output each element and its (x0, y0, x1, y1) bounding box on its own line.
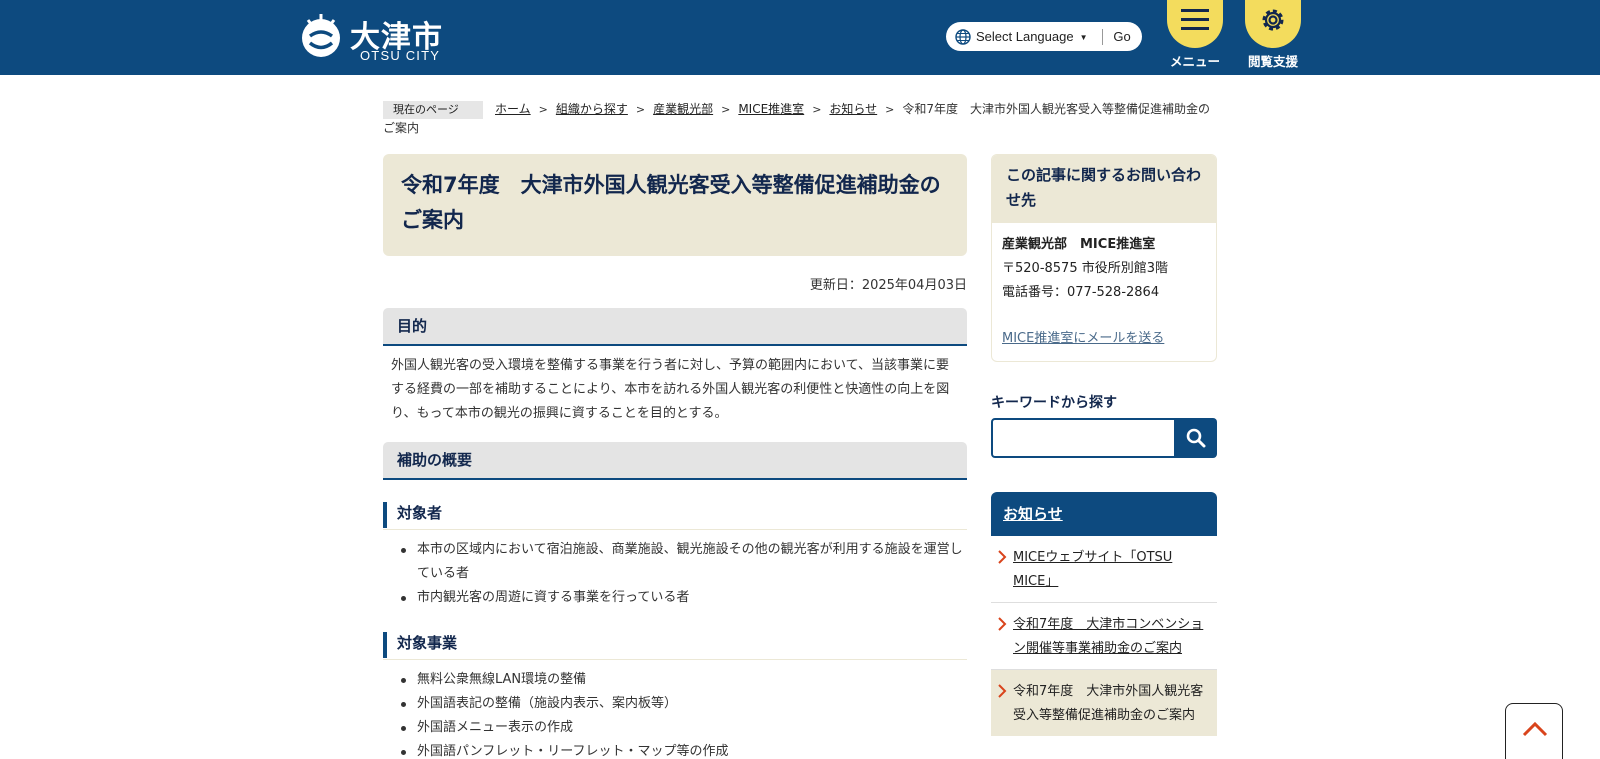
chevron-right-icon (998, 550, 1007, 564)
page-title-box: 令和7年度 大津市外国人観光客受入等整備促進補助金のご案内 (383, 154, 967, 256)
contact-box: この記事に関するお問い合わせ先 産業観光部 MICE推進室 〒520-8575 … (991, 154, 1217, 362)
breadcrumb-organization[interactable]: 組織から探す (556, 102, 628, 116)
list-item: 外国語パンフレット・リーフレット・マップ等の作成 (401, 740, 967, 759)
updated-date: 更新日：2025年04月03日 (809, 278, 967, 293)
list-item: 外国語表記の整備（施設内表示、案内板等） (401, 692, 967, 716)
list-item: 本市の区域内において宿泊施設、商業施設、観光施設その他の観光客が利用する施設を運… (401, 538, 967, 586)
contact-address: 〒520-8575 市役所別館3階 (1002, 261, 1168, 276)
news-box: お知らせ MICEウェブサイト「OTSU MICE」 令和7年度 大津市コンベン… (991, 492, 1217, 736)
breadcrumb: 現在のページ ホーム > 組織から探す > 産業観光部 > MICE推進室 > お知らせ > 令和7年… (383, 100, 1218, 137)
divider (1102, 29, 1103, 45)
site-header: 大津市 OTSU CITY Select Language ▼ Go メニュー (0, 0, 1600, 75)
news-link[interactable]: MICEウェブサイト「OTSU MICE」 (1013, 550, 1172, 589)
news-item[interactable]: 令和7年度 大津市コンベンション開催等事業補助金のご案内 (991, 603, 1217, 670)
news-heading[interactable]: お知らせ (991, 492, 1217, 536)
chevron-right-icon: > (812, 103, 822, 116)
gear-icon (1262, 9, 1284, 31)
language-dropdown-label: Select Language (976, 29, 1074, 44)
breadcrumb-division[interactable]: MICE推進室 (738, 102, 804, 116)
breadcrumb-news[interactable]: お知らせ (829, 102, 877, 116)
target-heading: 対象者 (383, 502, 967, 530)
news-item[interactable]: MICEウェブサイト「OTSU MICE」 (991, 536, 1217, 603)
list-item: 無料公衆無線LAN環境の整備 (401, 668, 967, 692)
hamburger-icon (1181, 9, 1209, 30)
news-item-current: 令和7年度 大津市外国人観光客受入等整備促進補助金のご案内 (991, 670, 1217, 736)
chevron-right-icon: > (538, 103, 548, 116)
purpose-text: 外国人観光客の受入環境を整備する事業を行う者に対し、予算の範囲内において、当該事… (391, 358, 950, 421)
purpose-heading: 目的 (383, 308, 967, 346)
list-item: 外国語メニュー表示の作成 (401, 716, 967, 740)
accessibility-label: 閲覧支援 (1247, 54, 1298, 69)
contact-heading: この記事に関するお問い合わせ先 (992, 155, 1216, 223)
chevron-right-icon: > (885, 103, 895, 116)
project-heading: 対象事業 (383, 632, 967, 660)
contact-body: 産業観光部 MICE推進室 〒520-8575 市役所別館3階 電話番号：077… (992, 223, 1216, 361)
overview-heading: 補助の概要 (383, 442, 967, 480)
chevron-right-icon: > (721, 103, 731, 116)
chevron-right-icon (998, 684, 1007, 698)
city-emblem-icon (302, 14, 340, 57)
page-top-button[interactable] (1505, 703, 1563, 759)
search-icon (1186, 428, 1206, 448)
menu-button[interactable]: メニュー (1167, 0, 1223, 70)
logo-english: OTSU CITY (360, 48, 441, 63)
language-dropdown[interactable]: Select Language ▼ (976, 22, 1110, 51)
main-content: 令和7年度 大津市外国人観光客受入等整備促進補助金のご案内 更新日：2025年0… (383, 154, 967, 759)
search-button[interactable] (1175, 418, 1217, 458)
breadcrumb-department[interactable]: 産業観光部 (653, 102, 713, 116)
menu-label: メニュー (1169, 54, 1220, 69)
breadcrumb-current-tag: 現在のページ (383, 101, 483, 119)
contact-phone: 電話番号：077-528-2864 (1002, 285, 1160, 300)
contact-department: 産業観光部 MICE推進室 (1002, 237, 1156, 252)
chevron-up-icon (1522, 721, 1548, 737)
dropdown-caret-icon: ▼ (1079, 33, 1088, 43)
news-link[interactable]: 令和7年度 大津市コンベンション開催等事業補助金のご案内 (1013, 617, 1203, 656)
search-input[interactable] (991, 418, 1176, 458)
list-item: 市内観光客の周遊に資する事業を行っている者 (401, 586, 967, 610)
project-list: 無料公衆無線LAN環境の整備 外国語表記の整備（施設内表示、案内板等） 外国語メ… (383, 658, 967, 759)
language-selector[interactable]: Select Language ▼ Go (946, 22, 1142, 51)
language-go-button[interactable]: Go (1104, 22, 1140, 51)
globe-icon (955, 29, 971, 45)
news-current-label: 令和7年度 大津市外国人観光客受入等整備促進補助金のご案内 (1013, 684, 1204, 723)
sidebar: この記事に関するお問い合わせ先 産業観光部 MICE推進室 〒520-8575 … (991, 154, 1217, 736)
keyword-label: キーワードから探す (991, 395, 1117, 411)
page-title: 令和7年度 大津市外国人観光客受入等整備促進補助金のご案内 (401, 173, 941, 232)
target-list: 本市の区域内において宿泊施設、商業施設、観光施設その他の観光客が利用する施設を運… (383, 528, 967, 610)
site-logo[interactable]: 大津市 OTSU CITY (300, 12, 460, 64)
keyword-search (991, 418, 1217, 458)
contact-mail-link[interactable]: MICE推進室にメールを送る (1002, 327, 1164, 351)
accessibility-button[interactable]: 閲覧支援 (1245, 0, 1301, 70)
chevron-right-icon (998, 617, 1007, 631)
chevron-right-icon: > (635, 103, 646, 116)
breadcrumb-home[interactable]: ホーム (495, 102, 531, 116)
